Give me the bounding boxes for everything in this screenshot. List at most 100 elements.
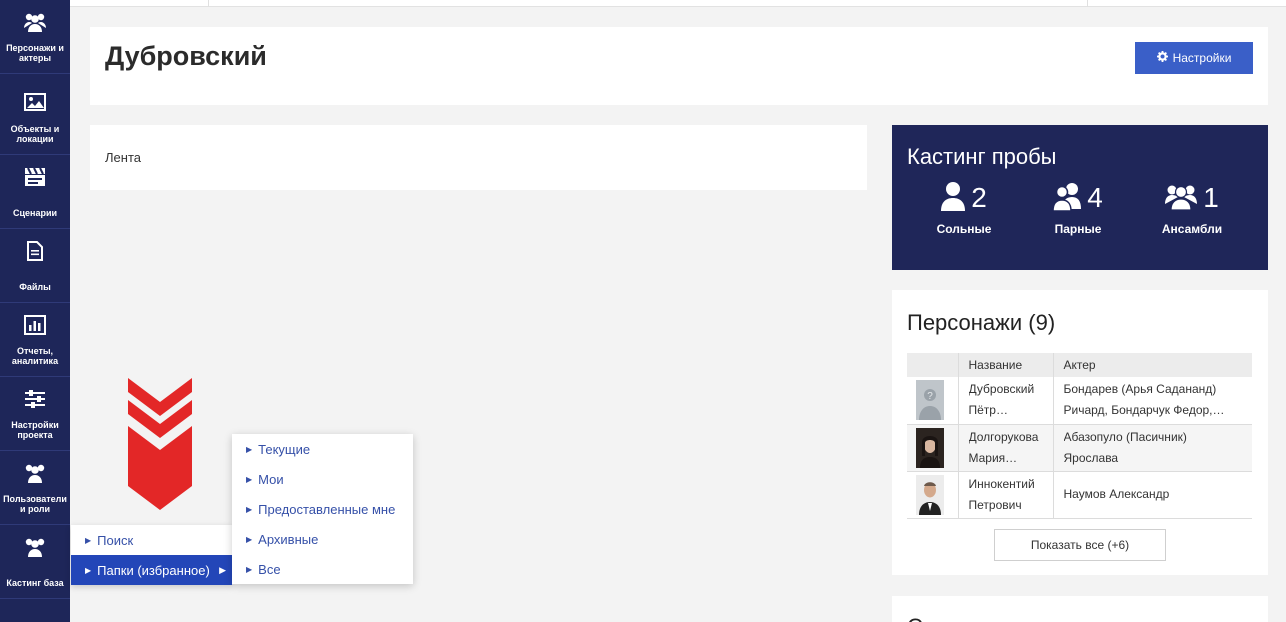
caret-right-icon: ▶ xyxy=(246,444,253,454)
actor-cell: Наумов Александр xyxy=(1053,471,1252,519)
caret-right-icon: ▶ xyxy=(246,564,253,574)
character-name-cell: Иннокентий Петрович xyxy=(958,471,1054,519)
submenu-item-all[interactable]: ▶ Все xyxy=(232,554,413,584)
casting-card: Кастинг пробы 2 Сольные 4 Парные 1 Ансам… xyxy=(892,125,1268,270)
context-menu: ▶ Поиск ▶ Папки (избранное) ▶ xyxy=(71,525,232,585)
user-pair-icon xyxy=(1052,181,1082,216)
caret-right-icon: ▶ xyxy=(85,565,92,575)
sidebar-item-characters[interactable]: Персонажи и актеры xyxy=(0,0,70,74)
actor-cell: Абазопуло (Пасичник) Ярослава xyxy=(1053,424,1252,472)
stat-solo[interactable]: 2 Сольные xyxy=(909,180,1019,236)
photo-cell xyxy=(907,471,959,519)
menu-item-label: Папки (избранное) xyxy=(97,562,210,578)
stat-count: 2 xyxy=(971,182,987,213)
casting-title: Кастинг пробы xyxy=(907,144,1057,169)
sidebar-item-scripts[interactable]: Сценарии xyxy=(0,155,70,229)
character-name-cont: Пётр… xyxy=(968,403,1008,418)
column-header: Актер xyxy=(1053,353,1252,377)
logo-chevrons xyxy=(126,378,194,515)
table-row[interactable]: Иннокентий Петрович Наумов Александр xyxy=(907,471,1252,519)
sliders-icon xyxy=(0,389,70,411)
stat-label: Ансамбли xyxy=(1161,222,1223,236)
actor-name-cont: Ярослава xyxy=(1063,450,1119,465)
caret-right-icon: ▶ xyxy=(246,474,253,484)
top-bar xyxy=(70,0,1286,7)
settings-label: Настройки xyxy=(1172,51,1232,65)
stat-ensembles[interactable]: 1 Ансамбли xyxy=(1137,180,1247,236)
submenu-item-label: Все xyxy=(258,561,281,577)
character-name: Долгорукова xyxy=(968,429,1039,444)
menu-item-label: Поиск xyxy=(97,532,134,548)
characters-card: Персонажи (9) Название Актер ? Дубровски… xyxy=(892,290,1268,575)
photo-cell xyxy=(907,424,959,472)
character-name-cell: Дубровский Пётр… xyxy=(958,377,1054,425)
feed-card: Лента xyxy=(90,125,867,190)
photo-cell: ? xyxy=(907,377,959,425)
submenu-item-label: Мои xyxy=(258,471,284,487)
stat-count: 1 xyxy=(1203,182,1219,213)
characters-table: Название Актер ? Дубровский Пётр… Бондаре… xyxy=(907,353,1252,519)
svg-text:?: ? xyxy=(927,391,933,402)
sidebar-item-casting-base[interactable]: Кастинг база xyxy=(0,525,70,599)
sidebar-item-objects[interactable]: Объекты и локации xyxy=(0,81,70,155)
character-name: Иннокентий xyxy=(968,476,1035,491)
sidebar-item-reports[interactable]: Отчеты, аналитика xyxy=(0,303,70,377)
character-name-cell: Долгорукова Мария… xyxy=(958,424,1054,472)
feed-label: Лента xyxy=(105,150,141,165)
submenu-item-mine[interactable]: ▶ Мои xyxy=(232,464,413,494)
header-card: Дубровский Настройки xyxy=(90,27,1268,105)
table-row[interactable]: ? Дубровский Пётр… Бондарев (Арья Саданан… xyxy=(907,377,1252,425)
stat-label: Парные xyxy=(1054,222,1102,236)
submenu-item-archived[interactable]: ▶ Архивные xyxy=(232,524,413,554)
actor-photo xyxy=(916,427,944,468)
submenu: ▶ Текущие ▶ Мои ▶ Предоставленные мне ▶ … xyxy=(232,434,413,584)
users-icon xyxy=(0,537,70,559)
settings-button[interactable]: Настройки xyxy=(1135,42,1253,74)
submenu-caret-icon: ▶ xyxy=(219,564,226,575)
actor-name: Наумов Александр xyxy=(1063,487,1170,501)
sidebar-item-files[interactable]: Файлы xyxy=(0,229,70,303)
caret-right-icon: ▶ xyxy=(85,535,92,545)
image-icon xyxy=(0,93,70,115)
stat-label: Сольные xyxy=(936,222,992,236)
chart-icon xyxy=(0,315,70,337)
submenu-item-label: Архивные xyxy=(258,531,319,547)
actor-photo xyxy=(916,474,944,515)
character-name-cont: Петрович xyxy=(968,497,1022,512)
character-name: Дубровский xyxy=(968,382,1035,397)
stat-count: 4 xyxy=(1087,182,1103,213)
actor-name: Бондарев (Арья Садананд) xyxy=(1063,382,1217,397)
gear-icon xyxy=(1156,51,1168,65)
actor-name-cont: Ричард, Бондарчук Федор,… xyxy=(1063,403,1225,418)
submenu-item-shared[interactable]: ▶ Предоставленные мне xyxy=(232,494,413,524)
column-header: Название xyxy=(958,353,1054,377)
actor-cell: Бондарев (Арья Садананд) Ричард, Бондарчу… xyxy=(1053,377,1252,425)
submenu-item-label: Предоставленные мне xyxy=(258,501,396,517)
characters-title: Персонажи (9) xyxy=(907,310,1056,335)
table-header: Название Актер xyxy=(907,353,1252,377)
avatar-placeholder: ? xyxy=(916,380,944,421)
user-icon xyxy=(941,181,966,216)
submenu-item-label: Текущие xyxy=(258,441,311,457)
table-row[interactable]: Долгорукова Мария… Абазопуло (Пасичник) Яр… xyxy=(907,424,1252,472)
menu-item-folders[interactable]: ▶ Папки (избранное) ▶ xyxy=(71,555,232,585)
sidebar: Персонажи и актеры Объекты и локации Сце… xyxy=(0,0,70,622)
users-icon xyxy=(0,463,70,485)
sidebar-item-users[interactable]: Пользователи и роли xyxy=(0,451,70,525)
actor-name: Абазопуло (Пасичник) xyxy=(1063,429,1187,444)
show-all-button[interactable]: Показать все (+6) xyxy=(994,529,1166,561)
divider xyxy=(1087,0,1088,7)
caret-right-icon: ▶ xyxy=(246,504,253,514)
page-title: Дубровский xyxy=(105,41,267,71)
section-title: С xyxy=(907,614,923,622)
column-header xyxy=(907,353,959,377)
sidebar-item-project-settings[interactable]: Настройки проекта xyxy=(0,377,70,451)
user-group-icon xyxy=(1165,182,1198,215)
next-section-card: С xyxy=(892,596,1268,622)
users-icon xyxy=(0,12,70,34)
stat-pairs[interactable]: 4 Парные xyxy=(1023,180,1133,236)
clapperboard-icon xyxy=(0,167,70,189)
caret-right-icon: ▶ xyxy=(246,534,253,544)
menu-item-search[interactable]: ▶ Поиск xyxy=(71,525,232,555)
submenu-item-current[interactable]: ▶ Текущие xyxy=(232,434,413,464)
